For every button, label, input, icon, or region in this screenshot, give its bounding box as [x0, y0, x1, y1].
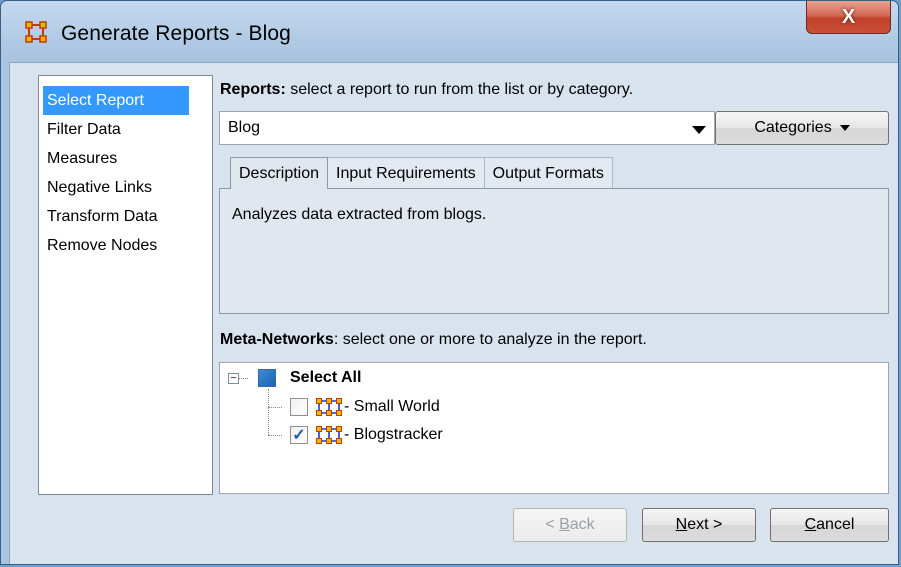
- next-accel: N: [675, 516, 688, 533]
- window-title: Generate Reports - Blog: [61, 22, 291, 45]
- tree-connector: [268, 407, 282, 408]
- tree-connector: [268, 435, 282, 436]
- tree-row-select-all: − Select All: [228, 365, 361, 391]
- checkmark-icon: ✓: [292, 427, 306, 444]
- meta-networks-tree: − Select All - Small World ✓ - Blogstrac…: [219, 362, 889, 494]
- meta-networks-label: Meta-Networks: select one or more to ana…: [220, 331, 647, 349]
- report-select-value: Blog: [228, 119, 261, 136]
- small-world-checkbox[interactable]: [290, 398, 308, 416]
- close-button[interactable]: X: [806, 1, 891, 34]
- cancel-button[interactable]: Cancel: [770, 508, 889, 542]
- back-prefix: <: [545, 516, 560, 533]
- back-rest: ack: [569, 516, 595, 533]
- wizard-steps-list: Select Report Filter Data Measures Negat…: [38, 75, 213, 495]
- categories-label: Categories: [754, 119, 832, 136]
- caret-down-icon: [839, 125, 850, 131]
- reports-label-bold: Reports:: [220, 81, 286, 98]
- description-text: Analyzes data extracted from blogs.: [232, 206, 487, 223]
- network-icon: [316, 398, 342, 416]
- sidebar-item-filter-data[interactable]: Filter Data: [43, 115, 212, 144]
- select-all-label: Select All: [290, 369, 362, 386]
- tab-description[interactable]: Description: [230, 157, 329, 189]
- sidebar-item-select-report[interactable]: Select Report: [43, 86, 189, 115]
- select-all-checkbox[interactable]: [258, 369, 276, 387]
- sidebar-item-remove-nodes[interactable]: Remove Nodes: [43, 231, 212, 260]
- categories-button[interactable]: Categories: [715, 111, 889, 145]
- tab-output-formats[interactable]: Output Formats: [483, 157, 613, 188]
- cancel-accel: C: [804, 516, 817, 533]
- meta-networks-label-text: : select one or more to analyze in the r…: [333, 331, 647, 348]
- network-icon: [316, 426, 342, 444]
- reports-label: Reports: select a report to run from the…: [220, 81, 633, 99]
- next-button[interactable]: Next >: [642, 508, 756, 542]
- next-rest: ext >: [687, 516, 723, 533]
- tree-row-small-world: - Small World: [290, 394, 440, 420]
- small-world-label: - Small World: [344, 398, 440, 415]
- back-button[interactable]: < Back: [513, 508, 627, 542]
- app-icon: [25, 21, 47, 43]
- tab-input-requirements[interactable]: Input Requirements: [327, 157, 485, 188]
- dialog-body: Select Report Filter Data Measures Negat…: [9, 62, 898, 564]
- tree-connector: [268, 389, 269, 435]
- cancel-rest: ancel: [816, 516, 855, 533]
- dropdown-arrow-icon[interactable]: [692, 126, 706, 134]
- blogstracker-checkbox[interactable]: ✓: [290, 426, 308, 444]
- reports-label-text: select a report to run from the list or …: [285, 81, 634, 98]
- back-accel: B: [559, 516, 570, 533]
- meta-networks-label-bold: Meta-Networks: [220, 331, 334, 348]
- tree-row-blogstracker: ✓ - Blogstracker: [290, 422, 443, 448]
- blogstracker-label: - Blogstracker: [344, 426, 443, 443]
- generate-reports-window: Generate Reports - Blog X Select Report …: [0, 0, 899, 565]
- report-select[interactable]: Blog: [219, 111, 715, 145]
- collapse-icon[interactable]: −: [228, 372, 239, 384]
- sidebar-item-measures[interactable]: Measures: [43, 144, 212, 173]
- title-bar[interactable]: Generate Reports - Blog X: [1, 1, 898, 63]
- sidebar-item-negative-links[interactable]: Negative Links: [43, 173, 212, 202]
- description-panel: Analyzes data extracted from blogs.: [219, 188, 889, 314]
- tab-bar: Description Input Requirements Output Fo…: [230, 157, 613, 189]
- close-icon: X: [841, 5, 856, 28]
- sidebar-item-transform-data[interactable]: Transform Data: [43, 202, 212, 231]
